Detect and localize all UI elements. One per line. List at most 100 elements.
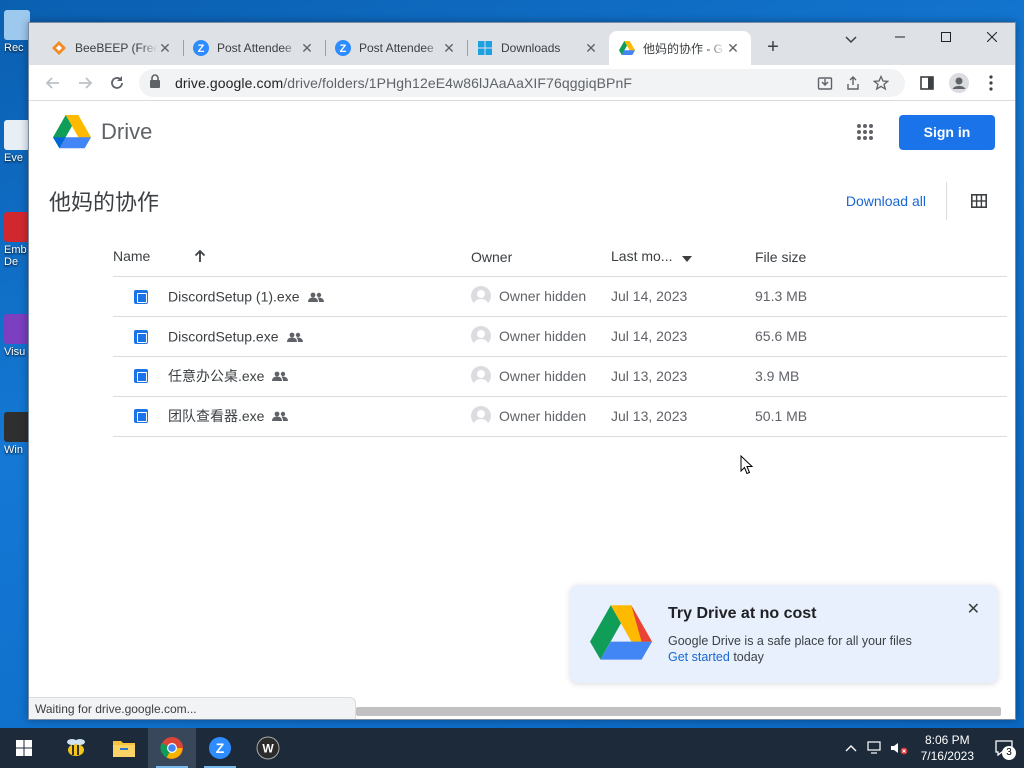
promo-description: Google Drive is a safe place for all you… bbox=[668, 634, 912, 648]
desktop-icon-label: Emb bbox=[4, 244, 27, 256]
window-controls bbox=[877, 23, 1015, 51]
drive-logo[interactable]: Drive bbox=[53, 115, 152, 149]
grid-view-icon[interactable] bbox=[969, 191, 989, 211]
close-tab-icon[interactable]: ✕ bbox=[299, 40, 315, 56]
file-name-cell: 团队查看器.exe bbox=[113, 396, 471, 437]
close-tab-icon[interactable]: ✕ bbox=[441, 40, 457, 56]
close-window-icon[interactable] bbox=[969, 23, 1015, 51]
reload-icon bbox=[111, 75, 123, 89]
file-name: DiscordSetup (1).exe bbox=[168, 288, 300, 305]
start-button[interactable] bbox=[0, 728, 48, 768]
maximize-icon[interactable] bbox=[923, 23, 969, 51]
new-tab-button[interactable]: + bbox=[759, 34, 787, 62]
owner-avatar-icon bbox=[471, 406, 491, 426]
owner-name: Owner hidden bbox=[499, 368, 587, 384]
file-list: Name Owner Last mo... File size DiscordS… bbox=[113, 238, 1007, 437]
executable-file-icon bbox=[134, 409, 148, 423]
tab-google-drive[interactable]: 他妈的协作 - G ✕ bbox=[609, 31, 751, 65]
column-last-modified-label: Last mo... bbox=[611, 248, 673, 265]
google-apps-button[interactable] bbox=[845, 112, 885, 152]
taskbar-beebeep[interactable] bbox=[52, 728, 100, 768]
clock-date: 7/16/2023 bbox=[920, 749, 974, 763]
network-icon[interactable] bbox=[863, 728, 887, 768]
forward-button[interactable] bbox=[69, 69, 101, 97]
column-last-modified[interactable]: Last mo... bbox=[611, 238, 755, 277]
tab-title: Post Attendee bbox=[217, 41, 292, 55]
sort-ascending-icon[interactable] bbox=[194, 249, 206, 266]
download-all-button[interactable]: Download all bbox=[846, 193, 926, 209]
sign-in-button[interactable]: Sign in bbox=[899, 114, 995, 150]
column-owner[interactable]: Owner bbox=[471, 238, 611, 277]
file-name-cell: DiscordSetup (1).exe bbox=[113, 276, 471, 317]
taskbar-app[interactable]: W bbox=[244, 728, 292, 768]
modified-cell: Jul 14, 2023 bbox=[611, 276, 755, 317]
column-name[interactable]: Name bbox=[113, 238, 471, 277]
minimize-icon[interactable] bbox=[877, 23, 923, 51]
close-tab-icon[interactable]: ✕ bbox=[157, 40, 173, 56]
side-panel-button[interactable] bbox=[911, 69, 943, 97]
browser-menu-button[interactable] bbox=[975, 69, 1007, 97]
tab-search-icon[interactable] bbox=[837, 28, 865, 52]
promo-cta-line: Get started today bbox=[668, 649, 912, 665]
close-tab-icon[interactable]: ✕ bbox=[725, 40, 741, 56]
volume-muted-icon[interactable] bbox=[887, 728, 911, 768]
get-started-link[interactable]: Get started bbox=[668, 650, 730, 664]
windows-start-icon bbox=[16, 740, 32, 756]
horizontal-scrollbar[interactable] bbox=[356, 707, 1001, 716]
profile-button[interactable] bbox=[943, 69, 975, 97]
close-promo-icon[interactable]: ✕ bbox=[967, 599, 980, 619]
close-tab-icon[interactable]: ✕ bbox=[583, 40, 599, 56]
desktop-icon-label: De bbox=[4, 256, 19, 268]
owner-cell: Owner hidden bbox=[471, 316, 611, 357]
google-drive-logo-icon bbox=[590, 605, 652, 660]
desktop-icon-everything[interactable]: Eve bbox=[4, 120, 30, 164]
file-list-header: Name Owner Last mo... File size bbox=[113, 238, 1007, 277]
bee-icon bbox=[67, 739, 85, 756]
browser-toolbar: drive.google.com/drive/folders/1PHgh12eE… bbox=[29, 65, 1015, 101]
desktop-icon-winrar[interactable]: Win bbox=[4, 412, 30, 456]
desktop-icon-embarcadero[interactable]: Emb De bbox=[4, 212, 30, 268]
zoom-icon: Z bbox=[193, 40, 209, 56]
reload-button[interactable] bbox=[101, 69, 133, 97]
shared-people-icon bbox=[307, 289, 324, 305]
show-hidden-icons-icon[interactable] bbox=[839, 728, 863, 768]
address-bar[interactable]: drive.google.com/drive/folders/1PHgh12eE… bbox=[139, 68, 905, 97]
file-row[interactable]: 团队查看器.exe Owner hidden Jul 13, 2023 50.1 MB bbox=[113, 396, 1007, 437]
taskbar-file-explorer[interactable] bbox=[100, 728, 148, 768]
column-file-size[interactable]: File size bbox=[755, 238, 1007, 277]
file-name-cell: DiscordSetup.exe bbox=[113, 316, 471, 357]
install-app-icon[interactable] bbox=[811, 71, 839, 95]
tab-beebeep[interactable]: BeeBEEP (Free ✕ bbox=[41, 31, 183, 65]
executable-file-icon bbox=[134, 369, 148, 383]
taskbar-chrome[interactable] bbox=[148, 728, 196, 768]
url-text: drive.google.com/drive/folders/1PHgh12eE… bbox=[175, 75, 811, 91]
size-cell: 3.9 MB bbox=[755, 356, 1007, 397]
back-button[interactable] bbox=[37, 69, 69, 97]
owner-cell: Owner hidden bbox=[471, 276, 611, 317]
visual-studio-icon bbox=[4, 314, 30, 344]
bookmark-star-icon[interactable] bbox=[867, 71, 895, 95]
system-clock[interactable]: 8:06 PM 7/16/2023 bbox=[911, 732, 984, 764]
share-icon[interactable] bbox=[839, 71, 867, 95]
file-row[interactable]: DiscordSetup.exe Owner hidden Jul 14, 2023… bbox=[113, 316, 1007, 357]
owner-avatar-icon bbox=[471, 286, 491, 306]
folder-icon bbox=[113, 741, 135, 757]
svg-text:Z: Z bbox=[198, 43, 205, 55]
tab-downloads[interactable]: Downloads ✕ bbox=[467, 31, 609, 65]
file-row[interactable]: 任意办公桌.exe Owner hidden Jul 13, 2023 3.9 MB bbox=[113, 356, 1007, 397]
tab-post-attendee-1[interactable]: Z Post Attendee ✕ bbox=[183, 31, 325, 65]
file-row[interactable]: DiscordSetup (1).exe Owner hidden Jul 14, … bbox=[113, 276, 1007, 317]
action-center-button[interactable]: 3 bbox=[984, 728, 1024, 768]
owner-name: Owner hidden bbox=[499, 288, 587, 304]
tab-post-attendee-2[interactable]: Z Post Attendee ✕ bbox=[325, 31, 467, 65]
desktop-icon-label: Eve bbox=[4, 152, 23, 164]
taskbar-zoom[interactable]: Z bbox=[196, 728, 244, 768]
owner-name: Owner hidden bbox=[499, 328, 587, 344]
tab-title: 他妈的协作 - G bbox=[643, 41, 723, 56]
google-drive-logo-icon bbox=[53, 115, 91, 149]
modified-cell: Jul 13, 2023 bbox=[611, 396, 755, 437]
desktop-icon-visual-studio[interactable]: Visu bbox=[4, 314, 30, 358]
forward-arrow-icon bbox=[79, 76, 93, 89]
app-shortcut-icon bbox=[4, 120, 30, 150]
desktop-icon-recycle-bin[interactable]: Rec bbox=[4, 10, 30, 54]
